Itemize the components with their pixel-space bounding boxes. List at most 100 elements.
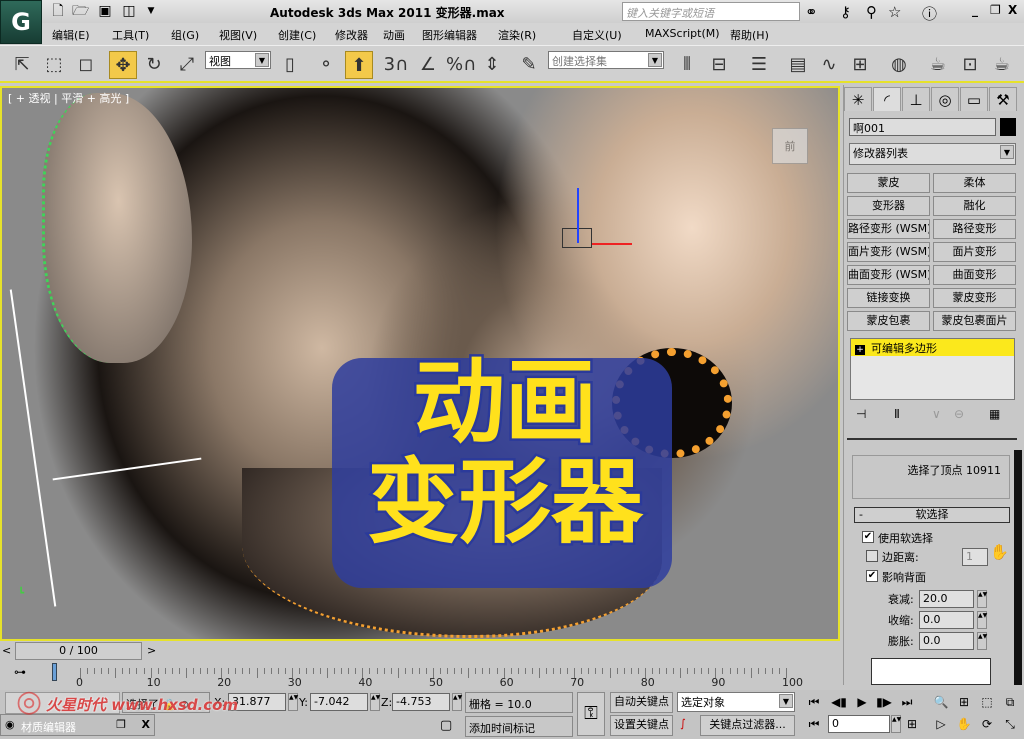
- zoom-extents-icon[interactable]: ⬚: [978, 693, 996, 711]
- display-icon[interactable]: ▭: [960, 87, 988, 111]
- material-editor-icon[interactable]: ◍: [885, 51, 913, 79]
- curve-editor-icon[interactable]: ∿: [815, 51, 843, 79]
- stack-item[interactable]: + 可编辑多边形: [851, 339, 1014, 356]
- modifier-button[interactable]: 面片变形 (WSM): [847, 242, 930, 262]
- time-tag-icon[interactable]: ▢: [440, 718, 452, 733]
- angle-snap-icon[interactable]: ∠: [414, 51, 442, 79]
- keyboard-override-icon[interactable]: ⬆: [345, 51, 373, 79]
- modifier-button[interactable]: 面片变形: [933, 242, 1016, 262]
- menu-graph-editors[interactable]: 图形编辑器: [422, 27, 477, 43]
- show-end-result-icon[interactable]: Ⅱ: [894, 407, 900, 421]
- expand-icon[interactable]: +: [855, 345, 865, 355]
- snap-toggle-icon[interactable]: 3∩: [382, 51, 410, 79]
- play-icon[interactable]: ▶: [853, 693, 871, 711]
- key-mode-toggle-icon[interactable]: ⏮: [805, 715, 823, 733]
- modifier-button[interactable]: 蒙皮包裹: [847, 311, 930, 331]
- menu-rendering[interactable]: 渲染(R): [498, 27, 536, 43]
- binoculars-icon[interactable]: ⚭: [805, 3, 818, 21]
- zoom-all-icon[interactable]: ⊞: [955, 693, 973, 711]
- modifier-button[interactable]: 融化: [933, 196, 1016, 216]
- use-soft-selection-checkbox[interactable]: ✔: [862, 531, 874, 543]
- auto-key-button[interactable]: 自动关键点: [610, 692, 673, 713]
- modifier-button[interactable]: 变形器: [847, 196, 930, 216]
- satellite-icon[interactable]: ⚲: [866, 3, 877, 21]
- y-spinner[interactable]: ▲▼: [370, 693, 380, 711]
- menu-animation[interactable]: 动画: [383, 27, 405, 43]
- link-icon[interactable]: ⚬: [312, 51, 340, 79]
- modifier-button[interactable]: 曲面变形: [933, 265, 1016, 285]
- menu-modifiers[interactable]: 修改器: [335, 27, 368, 43]
- modifier-button[interactable]: 链接变换: [847, 288, 930, 308]
- prev-frame-arrow[interactable]: <: [2, 644, 11, 657]
- scale-icon[interactable]: ⤢: [173, 51, 201, 79]
- bubble-spinner[interactable]: ▲▼: [977, 632, 987, 650]
- maximize-viewport-icon[interactable]: ⤡: [1001, 715, 1019, 733]
- affect-backfacing-checkbox[interactable]: ✔: [866, 570, 878, 582]
- mini-restore-button[interactable]: ❐: [116, 718, 126, 731]
- create-icon[interactable]: ✳: [844, 87, 872, 111]
- percent-snap-icon[interactable]: %∩: [446, 51, 476, 79]
- configure-sets-icon[interactable]: ▦: [989, 407, 1000, 421]
- set-key-button[interactable]: 设置关键点: [610, 715, 673, 736]
- remove-modifier-icon[interactable]: ⊖: [954, 407, 964, 421]
- layer-manager-icon[interactable]: ☰: [745, 51, 773, 79]
- window-crossing-icon[interactable]: ◻: [72, 51, 100, 79]
- align-icon[interactable]: ⊟: [705, 51, 733, 79]
- next-frame-icon[interactable]: ▮▶: [875, 693, 893, 711]
- time-slider[interactable]: 0 / 100: [15, 642, 142, 660]
- pinch-field[interactable]: 0.0: [919, 611, 974, 629]
- rect-selection-icon[interactable]: ⬚: [40, 51, 68, 79]
- object-color-swatch[interactable]: [1000, 118, 1016, 136]
- modifier-button[interactable]: 曲面变形 (WSM): [847, 265, 930, 285]
- pan-icon[interactable]: ✋: [955, 715, 973, 733]
- z-spinner[interactable]: ▲▼: [452, 693, 462, 711]
- curve-editor-mini-icon[interactable]: ⊶: [14, 665, 26, 679]
- menu-maxscript[interactable]: MAXScript(M): [645, 27, 720, 40]
- gizmo-z-axis[interactable]: [577, 188, 579, 243]
- zoom-icon[interactable]: 🔍: [932, 693, 950, 711]
- previous-frame-icon[interactable]: ◀▮: [830, 693, 848, 711]
- close-button[interactable]: X: [1008, 3, 1017, 17]
- zoom-extents-all-icon[interactable]: ⧉: [1001, 693, 1019, 711]
- save-icon[interactable]: ▣: [97, 3, 113, 19]
- scene-explorer-icon[interactable]: ▤: [784, 51, 812, 79]
- modifier-button[interactable]: 蒙皮变形: [933, 288, 1016, 308]
- mini-close-button[interactable]: X: [142, 718, 150, 731]
- modifier-button[interactable]: 蒙皮包裹面片: [933, 311, 1016, 331]
- viewport-label[interactable]: [ + 透视 | 平滑 + 高光 ]: [8, 90, 129, 106]
- help-icon[interactable]: ⓘ: [922, 3, 937, 24]
- rendered-frame-icon[interactable]: ⊡: [956, 51, 984, 79]
- modifier-button[interactable]: 蒙皮: [847, 173, 930, 193]
- star-icon[interactable]: ☆: [888, 3, 901, 21]
- menu-group[interactable]: 组(G): [171, 27, 199, 43]
- pinch-spinner[interactable]: ▲▼: [977, 611, 987, 629]
- x-spinner[interactable]: ▲▼: [288, 693, 298, 711]
- perspective-viewport[interactable]: 前 动画 变形器 [ + 透视 | 平滑 + 高光 ] ┗: [0, 86, 840, 641]
- add-time-tag-button[interactable]: 添加时间标记: [465, 716, 573, 737]
- frame-spinner[interactable]: ▲▼: [891, 715, 901, 733]
- key-filters-button[interactable]: 关键点过滤器...: [700, 715, 795, 736]
- falloff-field[interactable]: 20.0: [919, 590, 974, 608]
- set-key-icon[interactable]: ⚿: [577, 692, 605, 736]
- pin-stack-icon[interactable]: ⊣: [856, 407, 866, 421]
- object-name-field[interactable]: 啊001: [849, 118, 996, 136]
- reference-coord-dropdown[interactable]: 视图 ▼: [205, 51, 271, 69]
- modify-icon[interactable]: ◜: [873, 87, 901, 111]
- pivot-icon[interactable]: ▯: [276, 51, 304, 79]
- dropdown-arrow-icon[interactable]: ▼: [143, 3, 159, 19]
- menu-edit[interactable]: 编辑(E): [52, 27, 90, 43]
- orbit-icon[interactable]: ⟳: [978, 715, 996, 733]
- schematic-view-icon[interactable]: ⊞: [846, 51, 874, 79]
- utilities-icon[interactable]: ⚒: [989, 87, 1017, 111]
- gizmo-x-axis[interactable]: [592, 243, 632, 245]
- mirror-icon[interactable]: ⫴: [673, 51, 701, 79]
- time-config-icon[interactable]: ⊞: [903, 715, 921, 733]
- edge-distance-field[interactable]: 1: [962, 548, 988, 566]
- key-icon[interactable]: ⚷: [840, 3, 851, 21]
- hierarchy-icon[interactable]: ⊥: [902, 87, 930, 111]
- make-unique-icon[interactable]: ∨: [932, 407, 941, 421]
- search-input[interactable]: 键入关键字或短语: [622, 2, 800, 21]
- bubble-field[interactable]: 0.0: [919, 632, 974, 650]
- modifier-list-dropdown[interactable]: 修改器列表 ▼: [849, 143, 1016, 165]
- render-teapot-icon[interactable]: ☕: [988, 51, 1016, 79]
